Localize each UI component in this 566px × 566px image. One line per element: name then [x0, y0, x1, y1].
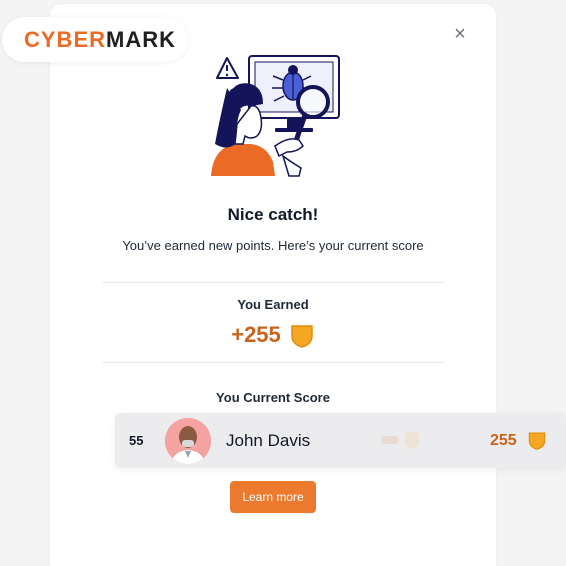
brand-logo: CYBERMARK — [2, 17, 188, 62]
shield-coin-icon — [291, 325, 313, 348]
brand-logo-text: CYBERMARK — [24, 26, 177, 52]
faded-coin-icon — [381, 432, 419, 449]
warning-icon — [216, 57, 239, 79]
divider-top — [102, 282, 444, 283]
learn-more-button[interactable]: Learn more — [230, 481, 316, 513]
close-icon[interactable]: × — [449, 23, 471, 45]
user-name: John Davis — [226, 430, 311, 450]
earned-value: +255 — [231, 322, 281, 347]
avatar-portrait — [165, 418, 211, 464]
avatar — [165, 418, 211, 464]
score-label: You Current Score — [216, 390, 330, 405]
bug-inspection-illustration — [211, 55, 340, 177]
user-rank: 55 — [129, 433, 144, 448]
earned-label: You Earned — [237, 297, 309, 312]
modal-title: Nice catch! — [227, 205, 319, 224]
shield-coin-icon — [528, 432, 546, 450]
divider-bottom — [102, 362, 444, 363]
leaderboard-row: 55 John Davis 255 — [115, 413, 566, 468]
modal-subtitle: You’ve earned new points. Here’s your cu… — [122, 238, 424, 253]
user-score: 255 — [490, 431, 517, 449]
earned-points: +255 — [50, 322, 496, 348]
